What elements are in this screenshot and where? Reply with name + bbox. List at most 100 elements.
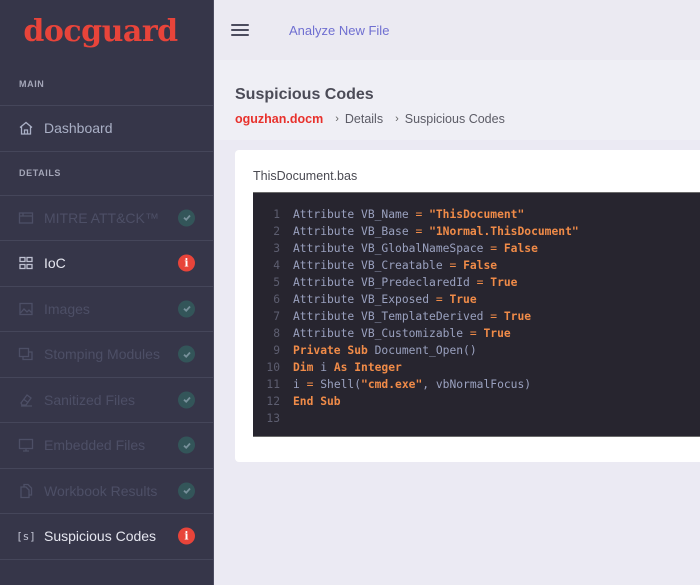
code-token: Attribute VB_Customizable <box>293 327 470 340</box>
code-line: 4 Attribute VB_Creatable = False <box>253 257 700 274</box>
code-token: = <box>490 242 498 255</box>
line-number: 11 <box>266 378 280 391</box>
section-label-details: DETAILS <box>0 152 213 196</box>
sidebar-item-label: MITRE ATT&CK™ <box>44 209 159 226</box>
sidebar-item-label: Sanitized Files <box>44 391 136 408</box>
line-number: 3 <box>273 242 280 255</box>
code-line: 12 End Sub <box>253 393 700 410</box>
check-icon <box>178 209 195 227</box>
code-line: 13 <box>253 410 700 427</box>
breadcrumb-file[interactable]: oguzhan.docm <box>235 112 323 126</box>
info-alert-icon: i <box>178 254 195 272</box>
code-token: = <box>469 327 477 340</box>
code-line: 9 Private Sub Document_Open() <box>253 342 700 359</box>
section-label-main: MAIN <box>0 62 213 106</box>
line-number: 1 <box>273 208 280 221</box>
window-icon <box>18 210 34 226</box>
sidebar-item-label: Stomping Modules <box>44 346 160 363</box>
monitor-icon <box>18 437 34 453</box>
topbar: Analyze New File <box>214 0 700 60</box>
check-icon <box>178 345 195 363</box>
sidebar-item-embedded-files[interactable]: Embedded Files <box>0 423 213 469</box>
code-token: = <box>435 293 443 306</box>
sidebar-item-mitre[interactable]: MITRE ATT&CK™ <box>0 196 213 241</box>
code-token: True <box>503 310 532 323</box>
code-token: = <box>415 208 423 221</box>
code-token: False <box>463 259 498 272</box>
chevron-right-icon: › <box>335 113 339 125</box>
code-filename: ThisDocument.bas <box>253 169 358 183</box>
code-token: Private Sub <box>293 344 368 357</box>
eraser-icon <box>18 392 34 408</box>
check-icon <box>178 482 195 500</box>
logo[interactable]: docguard <box>0 0 213 62</box>
code-token: = <box>306 378 314 391</box>
code-token: Attribute VB_Creatable <box>293 259 450 272</box>
line-number: 4 <box>273 259 280 272</box>
code-token: = <box>490 310 498 323</box>
code-line: 3 Attribute VB_GlobalNameSpace = False <box>253 240 700 257</box>
page-title: Suspicious Codes <box>235 86 374 103</box>
code-token: Attribute VB_GlobalNameSpace <box>293 242 491 255</box>
code-line: 5 Attribute VB_PredeclaredId = True <box>253 274 700 291</box>
code-token: Shell( <box>313 378 362 391</box>
image-icon <box>18 301 34 317</box>
code-brackets-icon: [s] <box>16 529 36 543</box>
sidebar-item-label: Suspicious Codes <box>44 528 157 545</box>
code-token: Document_Open() <box>367 344 477 357</box>
code-token: Attribute VB_TemplateDerived <box>293 310 491 323</box>
sidebar-item-ioc[interactable]: IoC i <box>0 241 213 287</box>
sidebar-item-dashboard[interactable]: Dashboard <box>0 106 213 152</box>
copy-icon <box>18 346 34 362</box>
chevron-right-icon: › <box>395 113 399 125</box>
check-icon <box>178 300 195 318</box>
sidebar-item-label: IoC <box>44 255 66 272</box>
sidebar-item-suspicious-codes[interactable]: [s] Suspicious Codes i <box>0 514 213 560</box>
code-token: , vbNormalFocus) <box>422 378 532 391</box>
code-line: 2 Attribute VB_Base = "1Normal.ThisDocume… <box>253 223 700 240</box>
code-card: ThisDocument.bas 1 Attribute VB_Name = "T… <box>235 150 700 462</box>
code-token: "1Normal.ThisDocument" <box>429 225 579 238</box>
line-number: 8 <box>273 327 280 340</box>
logo-text: docguard <box>23 13 178 49</box>
code-token: True <box>483 327 511 340</box>
page-header: Suspicious Codes oguzhan.docm › Details … <box>214 60 700 140</box>
sidebar-item-workbook-results[interactable]: Workbook Results <box>0 469 213 514</box>
code-token: Attribute VB_Name <box>293 208 416 221</box>
breadcrumb: oguzhan.docm › Details › Suspicious Code… <box>235 112 517 126</box>
breadcrumb-details[interactable]: Details <box>345 112 383 126</box>
home-icon <box>18 120 34 136</box>
code-token: i <box>293 378 307 391</box>
code-token: = <box>476 276 484 289</box>
menu-icon[interactable] <box>231 24 249 36</box>
code-token: Attribute VB_Base <box>293 225 416 238</box>
code-line: 10 Dim i As Integer <box>253 359 700 376</box>
sidebar-item-sanitized-files[interactable]: Sanitized Files <box>0 378 213 423</box>
info-alert-icon: i <box>178 527 195 545</box>
line-number: 10 <box>266 361 280 374</box>
sidebar-item-stomping-modules[interactable]: Stomping Modules <box>0 332 213 378</box>
code-line: 11 i = Shell("cmd.exe", vbNormalFocus) <box>253 376 700 393</box>
code-line: 7 Attribute VB_TemplateDerived = True <box>253 308 700 325</box>
code-token: Dim <box>293 361 314 374</box>
line-number: 9 <box>273 344 280 357</box>
code-token: Attribute VB_PredeclaredId <box>293 276 477 289</box>
code-token: False <box>503 242 538 255</box>
code-token: = <box>415 225 423 238</box>
code-line: 6 Attribute VB_Exposed = True <box>253 291 700 308</box>
code-token: "cmd.exe" <box>361 378 423 391</box>
line-number: 7 <box>273 310 280 323</box>
sidebar-item-images[interactable]: Images <box>0 287 213 332</box>
line-number: 13 <box>266 412 280 425</box>
analyze-new-file-link[interactable]: Analyze New File <box>289 23 389 38</box>
code-token: i <box>313 361 334 374</box>
sidebar-item-label: Embedded Files <box>44 437 146 454</box>
code-block[interactable]: 1 Attribute VB_Name = "ThisDocument" 2 Attr… <box>253 192 700 437</box>
